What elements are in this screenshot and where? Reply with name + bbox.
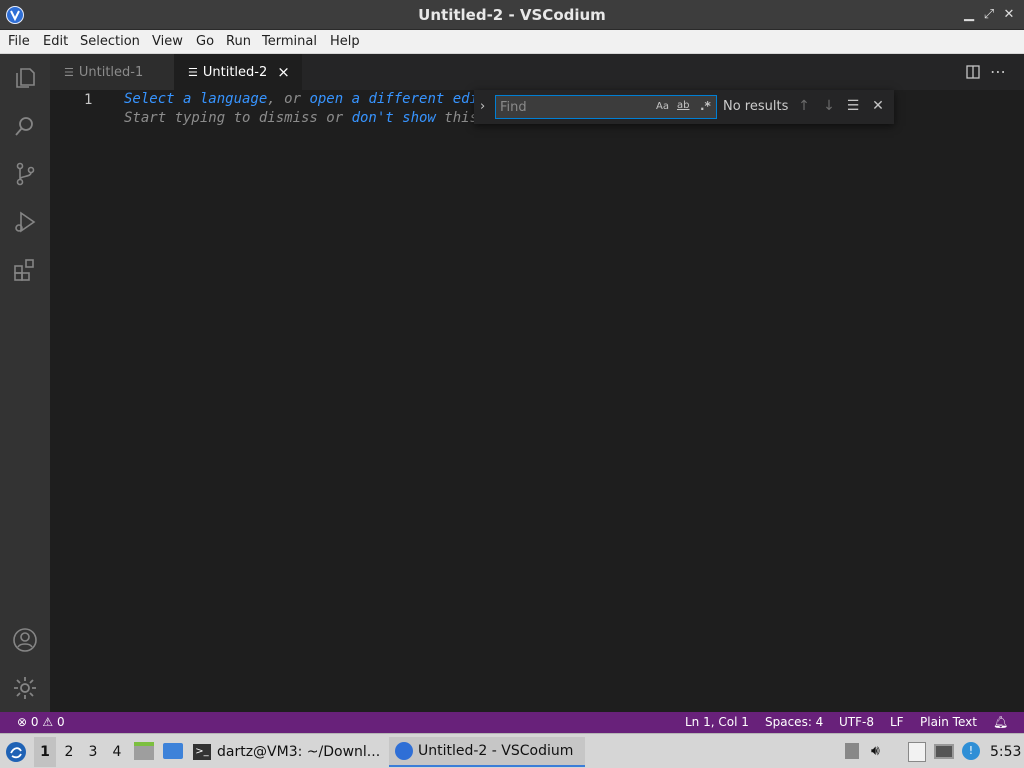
window-titlebar: Untitled-2 - VSCodium ▁ ⤢ ✕ [0, 0, 1024, 30]
file-manager-icon[interactable] [134, 742, 154, 760]
language-mode-status[interactable]: Plain Text [920, 715, 977, 729]
editor-tabs: ☰ Untitled-1 ☰ Untitled-2 × ⋯ [50, 54, 1024, 90]
accounts-icon[interactable] [0, 616, 50, 664]
problems-status[interactable]: ⊗ 0 ⚠ 0 [17, 715, 65, 729]
menu-terminal[interactable]: Terminal [262, 34, 317, 49]
eol-status[interactable]: LF [890, 715, 904, 729]
line-number: 1 [84, 92, 93, 108]
match-case-icon[interactable]: Aa [656, 101, 669, 112]
find-input-box: Aa ab .* [495, 95, 717, 119]
previous-match-arrow-up-icon[interactable]: ↑ [796, 98, 812, 114]
indentation-status[interactable]: Spaces: 4 [765, 715, 823, 729]
error-count: 0 [30, 715, 39, 729]
file-lines-icon: ☰ [188, 65, 198, 79]
find-input[interactable] [500, 98, 650, 116]
workspace-1[interactable]: 1 [36, 744, 54, 760]
search-icon[interactable] [0, 102, 50, 150]
menu-edit[interactable]: Edit [43, 34, 68, 49]
cursor-position[interactable]: Ln 1, Col 1 [685, 715, 749, 729]
clock: 5:53 [990, 744, 1022, 760]
tab-label: Untitled-2 [202, 64, 268, 80]
editor-area[interactable]: 1 Select a language, or open a different… [50, 90, 1024, 712]
hint-text: , or [267, 91, 310, 107]
status-bar: ⊗ 0 ⚠ 0 Ln 1, Col 1 Spaces: 4 UTF-8 LF P… [0, 712, 1024, 733]
editor-hint-line-1: Select a language, or open a different e… [124, 91, 478, 107]
find-result-count: No results [723, 99, 789, 114]
warning-count: 0 [56, 715, 65, 729]
workspace-4[interactable]: 4 [108, 744, 126, 760]
start-menu-icon[interactable] [5, 741, 27, 763]
extensions-icon[interactable] [0, 246, 50, 294]
restore-icon[interactable]: ⤢ [980, 6, 998, 24]
menu-run[interactable]: Run [226, 34, 251, 49]
tab-close-icon[interactable]: × [277, 63, 290, 81]
toggle-replace-chevron-icon[interactable]: › [480, 99, 485, 114]
select-language-link[interactable]: Select a language [124, 91, 267, 107]
close-find-icon[interactable]: ✕ [870, 98, 886, 114]
terminal-icon: >_ [193, 744, 211, 760]
tab-label: Untitled-1 [78, 64, 144, 80]
hint-text: Start typing to dismiss or [124, 110, 352, 126]
open-different-editor-link[interactable]: open a different edi [309, 91, 478, 107]
find-in-selection-icon[interactable]: ☰ [845, 98, 861, 114]
terminal-taskbar-item[interactable]: >_ dartz@VM3: ~/Downl... [193, 737, 383, 767]
use-regex-icon[interactable]: .* [700, 99, 711, 113]
show-desktop-icon[interactable] [163, 743, 183, 759]
workspace-3[interactable]: 3 [84, 744, 102, 760]
system-taskbar: 1 2 3 4 >_ dartz@VM3: ~/Downl... Untitle… [0, 733, 1024, 768]
more-actions-icon[interactable]: ⋯ [990, 62, 1008, 81]
find-widget: › Aa ab .* No results ↑ ↓ ☰ ✕ [474, 90, 894, 124]
warning-triangle-icon: ⚠ [42, 715, 54, 729]
menu-go[interactable]: Go [196, 34, 214, 49]
dont-show-link[interactable]: don't show [352, 110, 436, 126]
next-match-arrow-down-icon[interactable]: ↓ [821, 98, 837, 114]
notifications-bell-icon[interactable]: 🔔︎ [993, 715, 1008, 729]
task-label: Untitled-2 - VSCodium [418, 743, 574, 759]
workspace-2[interactable]: 2 [60, 744, 78, 760]
split-editor-icon[interactable] [965, 64, 981, 80]
menu-selection[interactable]: Selection [80, 34, 140, 49]
editor-hint-line-2: Start typing to dismiss or don't show th… [124, 110, 478, 126]
tab-untitled-1[interactable]: ☰ Untitled-1 [50, 54, 174, 90]
task-label: dartz@VM3: ~/Downl... [217, 744, 381, 760]
source-control-icon[interactable] [0, 150, 50, 198]
vscodium-icon [395, 742, 413, 760]
window-title: Untitled-2 - VSCodium [418, 6, 606, 24]
hint-text: this [435, 110, 479, 126]
close-window-icon[interactable]: ✕ [1000, 6, 1018, 24]
network-icon[interactable] [934, 744, 954, 759]
notification-info-icon[interactable]: ! [962, 742, 980, 760]
updates-icon[interactable] [845, 743, 859, 759]
minimize-icon[interactable]: ▁ [960, 6, 978, 24]
error-circle-icon: ⊗ [17, 715, 28, 729]
activity-bar [0, 54, 50, 712]
menu-bar: File Edit Selection View Go Run Terminal… [0, 30, 1024, 54]
run-debug-icon[interactable] [0, 198, 50, 246]
vscodium-taskbar-item[interactable]: Untitled-2 - VSCodium [389, 737, 585, 767]
menu-file[interactable]: File [8, 34, 30, 49]
file-lines-icon: ☰ [64, 65, 74, 79]
encoding-status[interactable]: UTF-8 [839, 715, 874, 729]
clipboard-icon[interactable] [908, 742, 926, 762]
explorer-icon[interactable] [0, 54, 50, 102]
tab-untitled-2[interactable]: ☰ Untitled-2 × [174, 54, 302, 90]
volume-speaker-icon[interactable]: 🔊︎ [871, 743, 880, 759]
menu-view[interactable]: View [152, 34, 183, 49]
settings-gear-icon[interactable] [0, 664, 50, 712]
menu-help[interactable]: Help [330, 34, 360, 49]
match-whole-word-icon[interactable]: ab [677, 100, 689, 111]
